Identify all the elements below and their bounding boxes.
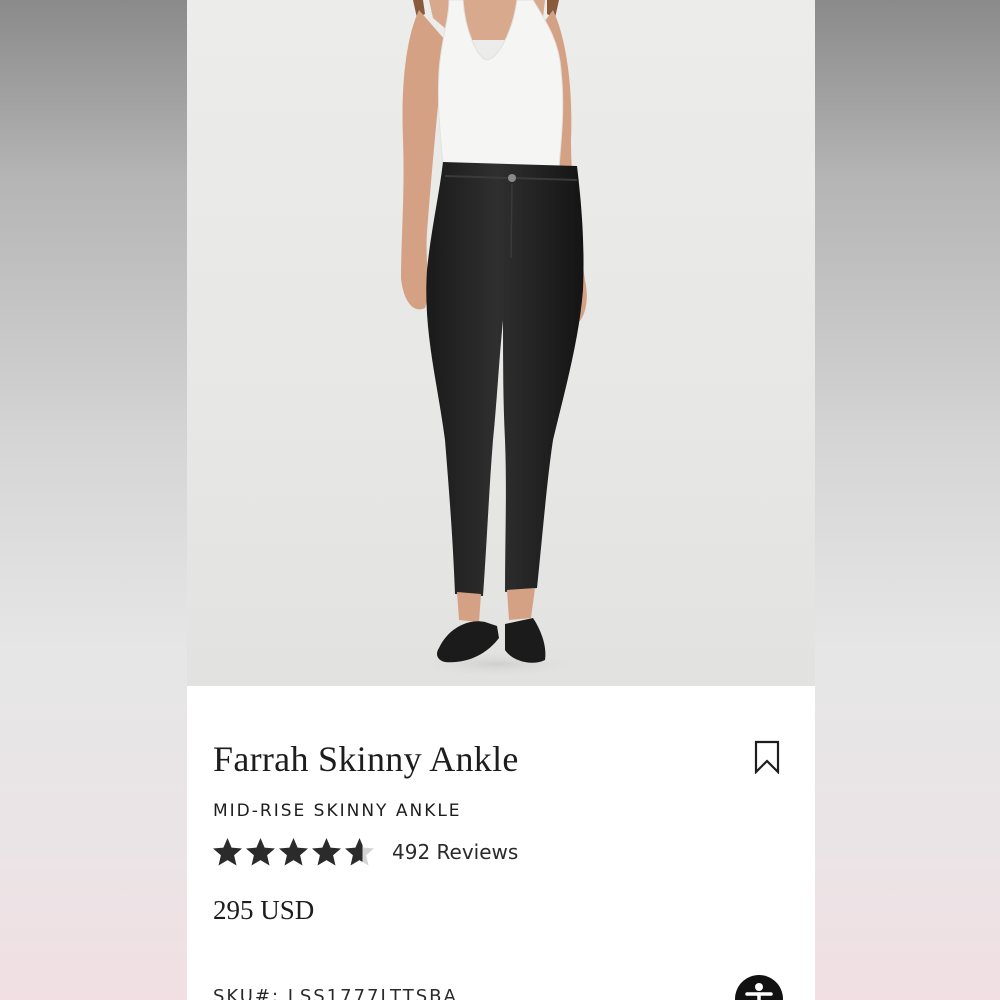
rating-summary[interactable]: 492 Reviews [211, 834, 518, 870]
model-photo [401, 0, 587, 678]
star-icon [345, 837, 374, 865]
bookmark-button[interactable] [754, 740, 780, 775]
background-blur-right [815, 0, 1000, 1000]
accessibility-icon [745, 983, 773, 1000]
star-icon [213, 837, 242, 865]
reviews-link[interactable]: 492 Reviews [392, 840, 518, 864]
product-sku: SKU#: LSS1777LTTSBA [213, 986, 458, 1000]
product-price: 295 USD [213, 895, 315, 925]
product-subtitle: MID-RISE SKINNY ANKLE [213, 801, 462, 821]
accessibility-button[interactable] [735, 975, 783, 1000]
star-icon [246, 837, 275, 865]
star-rating [211, 836, 376, 869]
background-blur-left [0, 0, 187, 1000]
product-image[interactable] [187, 0, 815, 686]
product-title: Farrah Skinny Ankle [213, 739, 519, 779]
screen: Farrah Skinny Ankle MID-RISE SKINNY ANKL… [0, 0, 1000, 1000]
star-icon [279, 837, 308, 865]
star-icon [312, 837, 341, 865]
bookmark-icon [754, 740, 780, 775]
product-card: Farrah Skinny Ankle MID-RISE SKINNY ANKL… [187, 0, 815, 1000]
